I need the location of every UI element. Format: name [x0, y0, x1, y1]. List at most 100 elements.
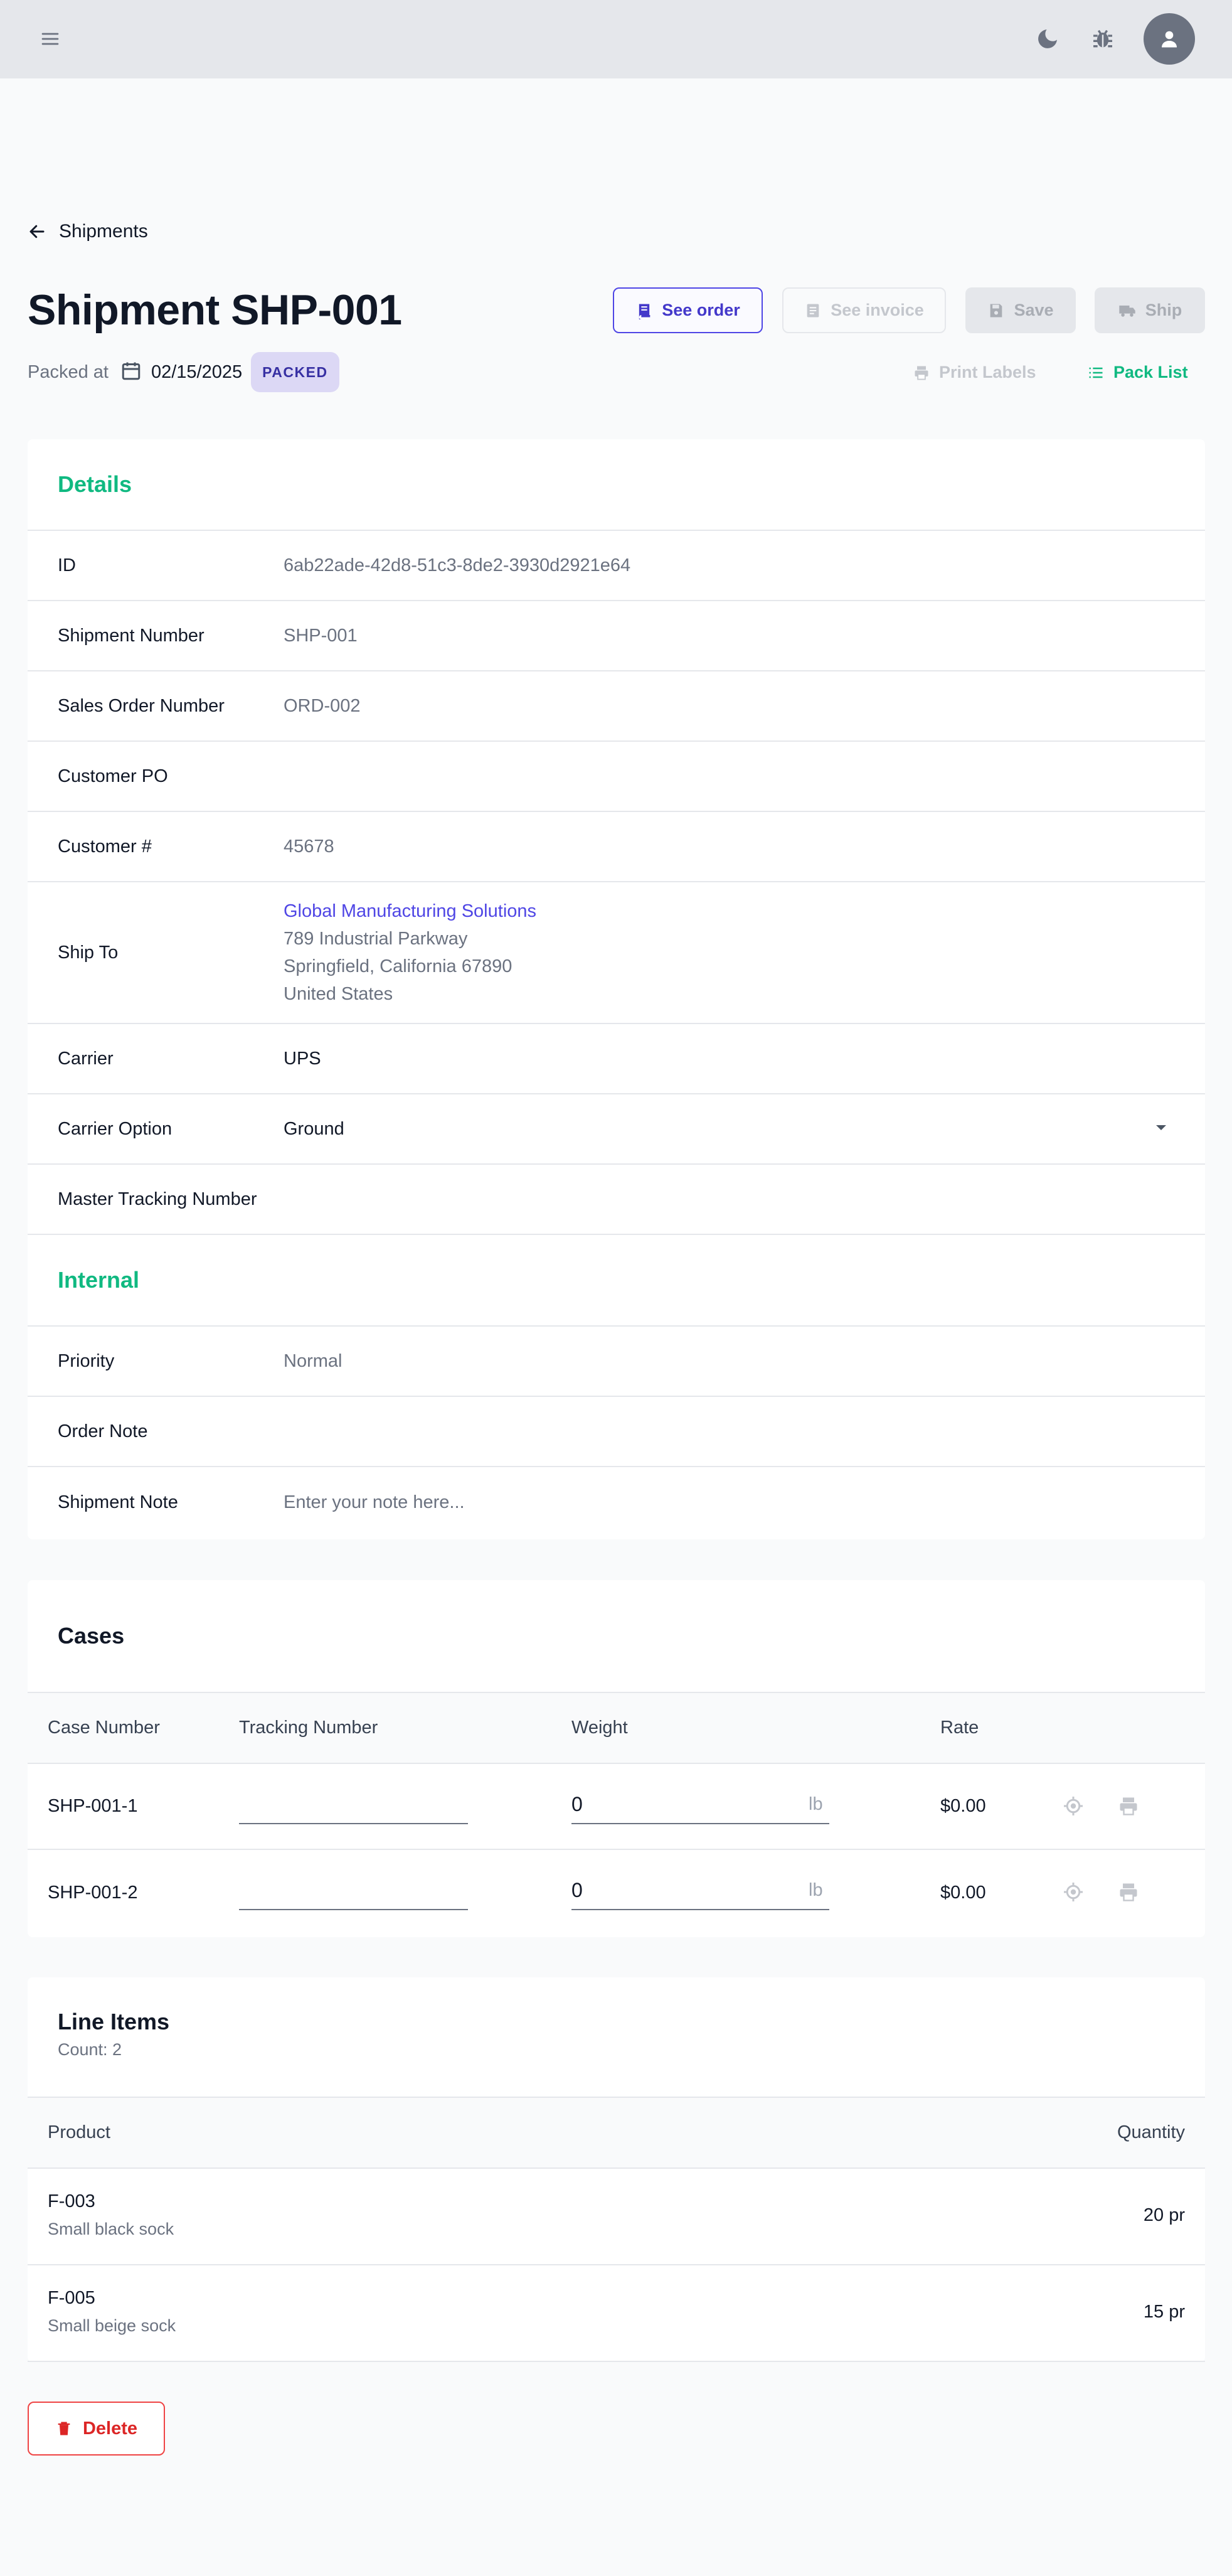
- packed-meta: Packed at 02/15/2025 PACKED: [28, 352, 339, 392]
- carrier-option-select[interactable]: Carrier Option Ground: [28, 1094, 1205, 1165]
- status-badge: PACKED: [251, 352, 339, 392]
- invoice-icon: [807, 304, 819, 317]
- ship-button[interactable]: Ship: [1095, 287, 1205, 333]
- tracking-number-input[interactable]: [239, 1823, 468, 1824]
- detail-row-customer-number: Customer # 45678: [28, 812, 1205, 882]
- line-items-count: Count: 2: [58, 2040, 122, 2059]
- internal-heading: Internal: [58, 1267, 140, 1293]
- carrier-option-value[interactable]: Ground: [284, 1119, 344, 1140]
- save-label: Save: [1014, 301, 1054, 319]
- arrow-left-icon: [29, 225, 45, 238]
- see-invoice-label: See invoice: [831, 301, 924, 319]
- case-rate: $0.00: [940, 1883, 986, 1903]
- case-number: SHP-001-1: [48, 1796, 138, 1816]
- packed-label: Packed at: [28, 361, 109, 382]
- delete-button[interactable]: Delete: [28, 2402, 165, 2456]
- column-header: Rate: [940, 1718, 979, 1738]
- avatar[interactable]: [1144, 13, 1195, 65]
- print-labels-link[interactable]: Print Labels: [913, 363, 1036, 382]
- weight-input[interactable]: 0: [571, 1793, 583, 1816]
- detail-label: Customer #: [58, 836, 152, 857]
- case-rate: $0.00: [940, 1796, 986, 1816]
- back-link-label: Shipments: [59, 221, 148, 242]
- page-title: Shipment SHP-001: [28, 286, 402, 334]
- see-order-label: See order: [662, 301, 740, 319]
- ship-label: Ship: [1145, 301, 1182, 319]
- user-icon: [1162, 31, 1177, 48]
- trash-icon: [58, 2422, 70, 2435]
- detail-row-shipment-number: Shipment Number SHP-001: [28, 601, 1205, 671]
- detail-label: Carrier: [58, 1048, 114, 1069]
- save-button[interactable]: Save: [965, 287, 1076, 333]
- detail-row-order-note: Order Note: [28, 1397, 1205, 1467]
- table-row: SHP-001-2 0 lb $0.00: [28, 1850, 1205, 1936]
- detail-value: 6ab22ade-42d8-51c3-8de2-3930d2921e64: [284, 555, 631, 575]
- delete-label: Delete: [82, 2418, 138, 2439]
- master-tracking-field[interactable]: Master Tracking Number: [28, 1165, 1205, 1235]
- detail-label: Order Note: [58, 1421, 148, 1441]
- hamburger-icon[interactable]: [40, 29, 60, 49]
- list-item[interactable]: F-005 Small beige sock 15 pr: [28, 2265, 1205, 2362]
- list-icon: [1089, 367, 1103, 378]
- carrier-value: UPS: [284, 1048, 321, 1069]
- details-section-header: Details: [28, 439, 1205, 531]
- weight-unit: lb: [809, 1794, 823, 1814]
- shipment-note-placeholder[interactable]: Enter your note here...: [284, 1492, 465, 1513]
- ship-to-street: 789 Industrial Parkway: [284, 929, 468, 949]
- top-bar: [0, 0, 1232, 78]
- ship-to-address: Global Manufacturing Solutions 789 Indus…: [284, 897, 536, 1008]
- cases-table-header: Case Number Tracking Number Weight Rate: [28, 1692, 1205, 1764]
- column-header: Weight: [571, 1718, 628, 1738]
- detail-row-sales-order-number: Sales Order Number ORD-002: [28, 671, 1205, 742]
- detail-label: Ship To: [58, 942, 119, 963]
- weight-input-underline: [571, 1823, 829, 1824]
- priority-value: Normal: [284, 1350, 343, 1371]
- weight-input[interactable]: 0: [571, 1879, 583, 1902]
- truck-icon: [1119, 305, 1135, 317]
- ship-to-country: United States: [284, 984, 393, 1004]
- detail-value: SHP-001: [284, 625, 358, 646]
- detail-label: Customer PO: [58, 766, 168, 786]
- detail-label: Carrier Option: [58, 1118, 173, 1139]
- pack-list-link[interactable]: Pack List: [1087, 363, 1188, 382]
- bug-icon[interactable]: [1090, 26, 1115, 51]
- printer-icon[interactable]: [1117, 1881, 1140, 1906]
- line-items-heading: Line Items: [58, 2009, 170, 2034]
- detail-label: Shipment Note: [58, 1492, 178, 1512]
- detail-label: Sales Order Number: [58, 695, 225, 716]
- locate-icon[interactable]: [1062, 1795, 1085, 1820]
- save-icon: [990, 304, 1002, 317]
- ship-to-city: Springfield, California 67890: [284, 956, 512, 976]
- detail-label: Master Tracking Number: [58, 1189, 257, 1209]
- detail-row-carrier: Carrier UPS: [28, 1024, 1205, 1094]
- weight-unit: lb: [809, 1880, 823, 1900]
- product-description: Small beige sock: [48, 2316, 176, 2335]
- locate-icon[interactable]: [1062, 1881, 1085, 1906]
- back-to-shipments-link[interactable]: Shipments: [28, 221, 148, 242]
- tracking-number-input[interactable]: [239, 1909, 468, 1910]
- detail-row-id: ID 6ab22ade-42d8-51c3-8de2-3930d2921e64: [28, 531, 1205, 601]
- cases-card: Cases Case Number Tracking Number Weight…: [28, 1580, 1205, 1937]
- line-items-card: Line Items Count: 2 Product Quantity F-0…: [28, 1977, 1205, 2362]
- shipment-note-field[interactable]: Shipment Note Enter your note here...: [28, 1467, 1205, 1537]
- chevron-down-icon[interactable]: [1155, 1123, 1167, 1135]
- detail-label: Shipment Number: [58, 625, 204, 646]
- packed-date: 02/15/2025: [151, 361, 243, 382]
- cases-header: Cases: [28, 1580, 1205, 1692]
- weight-input-underline: [571, 1909, 829, 1910]
- detail-value: ORD-002: [284, 695, 361, 716]
- column-header: Tracking Number: [239, 1718, 378, 1738]
- ship-to-name[interactable]: Global Manufacturing Solutions: [284, 897, 536, 925]
- see-invoice-button[interactable]: See invoice: [782, 287, 946, 333]
- see-order-button[interactable]: See order: [613, 287, 763, 333]
- pack-list-label: Pack List: [1113, 363, 1188, 382]
- list-item[interactable]: F-003 Small black sock 20 pr: [28, 2169, 1205, 2265]
- printer-icon[interactable]: [1117, 1795, 1140, 1820]
- detail-label: ID: [58, 555, 76, 575]
- details-card: Details ID 6ab22ade-42d8-51c3-8de2-3930d…: [28, 439, 1205, 1539]
- detail-row-ship-to: Ship To Global Manufacturing Solutions 7…: [28, 882, 1205, 1024]
- detail-row-priority: Priority Normal: [28, 1327, 1205, 1397]
- moon-icon[interactable]: [1035, 26, 1060, 51]
- table-row: SHP-001-1 0 lb $0.00: [28, 1764, 1205, 1850]
- detail-row-customer-po: Customer PO: [28, 742, 1205, 812]
